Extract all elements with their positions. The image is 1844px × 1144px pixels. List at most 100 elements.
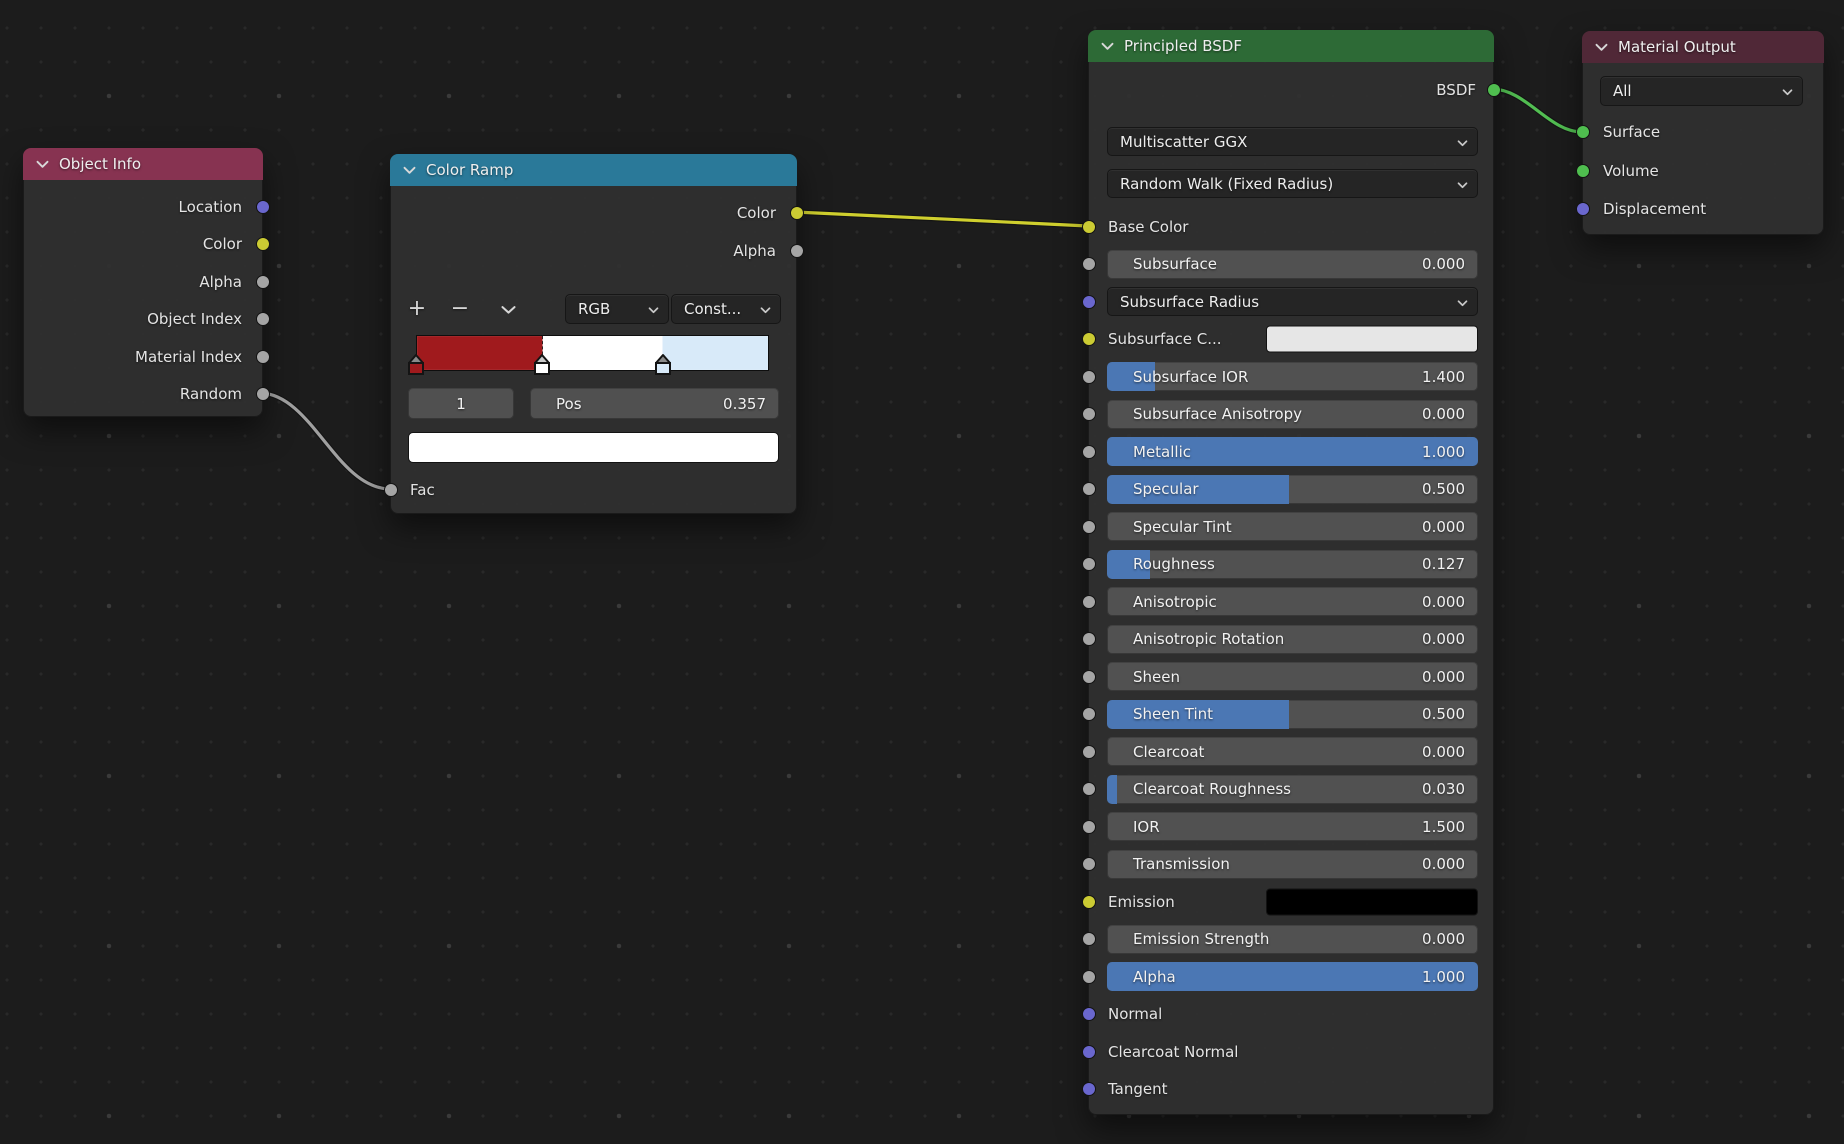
- output-row-color: Color: [391, 194, 796, 232]
- random-socket[interactable]: [256, 387, 270, 401]
- subsurface-ior-socket[interactable]: [1082, 370, 1096, 384]
- emission-strength-slider[interactable]: Emission Strength0.000: [1107, 925, 1478, 954]
- clearcoat-normal-socket[interactable]: [1082, 1045, 1096, 1059]
- emission-color-swatch[interactable]: [1266, 888, 1478, 915]
- clearcoat-socket[interactable]: [1082, 745, 1096, 759]
- stop-color-swatch[interactable]: [408, 432, 779, 463]
- transmission-slider[interactable]: Transmission0.000: [1107, 850, 1478, 879]
- fac-input-socket[interactable]: [384, 483, 398, 497]
- base-color-socket[interactable]: [1082, 220, 1096, 234]
- input-row-displacement: Displacement: [1583, 190, 1823, 229]
- bsdf-output-socket[interactable]: [1487, 83, 1501, 97]
- ior-slider[interactable]: IOR1.500: [1107, 812, 1478, 841]
- color-mode-dropdown[interactable]: RGB: [565, 294, 669, 324]
- subsurface-socket[interactable]: [1082, 257, 1096, 271]
- sheen-tint-socket[interactable]: [1082, 707, 1096, 721]
- active-stop-index-field[interactable]: 1: [408, 388, 514, 419]
- collapse-chevron-icon[interactable]: [1595, 42, 1608, 52]
- alpha-socket[interactable]: [1082, 970, 1096, 984]
- metallic-slider[interactable]: Metallic1.000: [1107, 437, 1478, 466]
- location-socket[interactable]: [256, 200, 270, 214]
- wire-color-ramp-color-to-base-color: [795, 212, 1088, 226]
- sheen-slider[interactable]: Sheen0.000: [1107, 662, 1478, 691]
- collapse-chevron-icon[interactable]: [403, 165, 416, 175]
- socket-label: Tangent: [1108, 1080, 1168, 1098]
- alpha-socket[interactable]: [790, 244, 804, 258]
- colorramp-tools-chevron-icon[interactable]: [495, 294, 521, 324]
- emission-socket[interactable]: [1082, 895, 1096, 909]
- node-header-object-info[interactable]: Object Info: [23, 148, 263, 180]
- clearcoat-roughness-slider[interactable]: Clearcoat Roughness0.030: [1107, 775, 1478, 804]
- node-color-ramp[interactable]: Color Ramp ColorAlpha + − RGB Const... 1…: [390, 154, 797, 514]
- gradient-stop-handle-1[interactable]: [533, 353, 551, 380]
- collapse-chevron-icon[interactable]: [36, 159, 49, 169]
- remove-stop-button[interactable]: −: [447, 294, 473, 324]
- subsurface-anisotropy-socket[interactable]: [1082, 407, 1096, 421]
- subsurface-anisotropy-slider[interactable]: Subsurface Anisotropy0.000: [1107, 400, 1478, 429]
- output-target-dropdown[interactable]: All: [1600, 76, 1803, 106]
- subsurface-c-color-swatch[interactable]: [1266, 326, 1478, 353]
- material-index-socket[interactable]: [256, 350, 270, 364]
- subsurface-radius-socket[interactable]: [1082, 295, 1096, 309]
- specular-slider[interactable]: Specular0.500: [1107, 475, 1478, 504]
- volume-socket[interactable]: [1576, 164, 1590, 178]
- slider-label: IOR: [1133, 818, 1160, 836]
- node-header-color-ramp[interactable]: Color Ramp: [390, 154, 797, 186]
- output-row-object-index: Object Index: [24, 301, 262, 339]
- interpolation-dropdown[interactable]: Const...: [671, 294, 781, 324]
- clearcoat-roughness-socket[interactable]: [1082, 782, 1096, 796]
- object-index-socket[interactable]: [256, 312, 270, 326]
- color-ramp-gradient-bar[interactable]: [416, 335, 769, 371]
- anisotropic-slider[interactable]: Anisotropic0.000: [1107, 587, 1478, 616]
- subsurface-radius-dropdown[interactable]: Subsurface Radius: [1107, 287, 1478, 316]
- input-label: Volume: [1603, 162, 1659, 180]
- anisotropic-rotation-socket[interactable]: [1082, 632, 1096, 646]
- displacement-socket[interactable]: [1576, 202, 1590, 216]
- gradient-stop-handle-2[interactable]: [654, 353, 672, 380]
- node-header-material-output[interactable]: Material Output: [1582, 31, 1824, 63]
- roughness-slider[interactable]: Roughness0.127: [1107, 550, 1478, 579]
- specular-tint-slider[interactable]: Specular Tint0.000: [1107, 512, 1478, 541]
- node-object-info[interactable]: Object Info LocationColorAlphaObject Ind…: [23, 148, 263, 417]
- distribution-dropdown[interactable]: Multiscatter GGX: [1107, 127, 1478, 156]
- subsurface-slider[interactable]: Subsurface0.000: [1107, 250, 1478, 279]
- add-stop-button[interactable]: +: [404, 294, 430, 324]
- collapse-chevron-icon[interactable]: [1101, 41, 1114, 51]
- emission-strength-socket[interactable]: [1082, 932, 1096, 946]
- slider-label: Subsurface: [1133, 255, 1217, 273]
- surface-socket[interactable]: [1576, 125, 1590, 139]
- color-socket[interactable]: [790, 206, 804, 220]
- clearcoat-slider[interactable]: Clearcoat0.000: [1107, 737, 1478, 766]
- specular-tint-socket[interactable]: [1082, 520, 1096, 534]
- node-principled-bsdf[interactable]: Principled BSDF BSDF Multiscatter GGX Ra…: [1088, 30, 1494, 1115]
- color-socket[interactable]: [256, 237, 270, 251]
- node-title: Color Ramp: [426, 161, 513, 179]
- slider-value: 0.127: [1422, 555, 1465, 573]
- node-editor-canvas[interactable]: Object Info LocationColorAlphaObject Ind…: [0, 0, 1844, 1144]
- sheen-socket[interactable]: [1082, 670, 1096, 684]
- stop-position-field[interactable]: Pos 0.357: [530, 388, 779, 419]
- alpha-slider[interactable]: Alpha1.000: [1107, 962, 1478, 991]
- alpha-socket[interactable]: [256, 275, 270, 289]
- roughness-socket[interactable]: [1082, 557, 1096, 571]
- gradient-stop-handle-0[interactable]: [407, 353, 425, 380]
- node-header-principled-bsdf[interactable]: Principled BSDF: [1088, 30, 1494, 62]
- specular-socket[interactable]: [1082, 482, 1096, 496]
- subsurface-ior-slider[interactable]: Subsurface IOR1.400: [1107, 362, 1478, 391]
- slider-fill: [1107, 775, 1117, 804]
- transmission-socket[interactable]: [1082, 857, 1096, 871]
- slider-label: Specular: [1133, 480, 1199, 498]
- anisotropic-rotation-slider[interactable]: Anisotropic Rotation0.000: [1107, 625, 1478, 654]
- subsurface-method-dropdown[interactable]: Random Walk (Fixed Radius): [1107, 169, 1478, 198]
- bsdf-row-specular-tint: Specular Tint0.000: [1089, 508, 1493, 546]
- bsdf-row-emission: Emission: [1089, 883, 1493, 921]
- metallic-socket[interactable]: [1082, 445, 1096, 459]
- anisotropic-socket[interactable]: [1082, 595, 1096, 609]
- node-material-output[interactable]: Material Output All SurfaceVolumeDisplac…: [1582, 31, 1824, 235]
- ior-socket[interactable]: [1082, 820, 1096, 834]
- sheen-tint-slider[interactable]: Sheen Tint0.500: [1107, 700, 1478, 729]
- normal-socket[interactable]: [1082, 1007, 1096, 1021]
- subsurface-c-socket[interactable]: [1082, 332, 1096, 346]
- output-target-value: All: [1613, 82, 1632, 100]
- tangent-socket[interactable]: [1082, 1082, 1096, 1096]
